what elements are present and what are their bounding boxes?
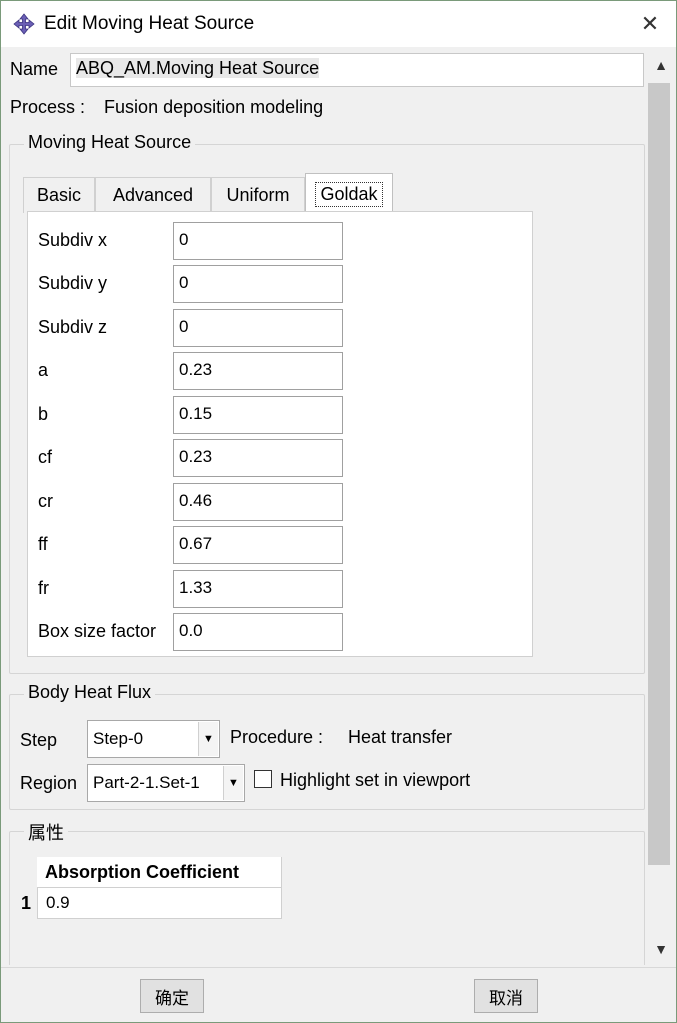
tab-goldak[interactable]: Goldak: [305, 173, 393, 215]
name-value: ABQ_AM.Moving Heat Source: [76, 58, 320, 78]
fr-label: fr: [38, 578, 49, 598]
region-select[interactable]: Part-2-1.Set-1 ▼: [87, 764, 245, 802]
footer-divider: [1, 967, 676, 968]
properties-group-title: 属性: [24, 819, 68, 845]
ff-label: ff: [38, 534, 48, 554]
name-input[interactable]: ABQ_AM.Moving Heat Source: [70, 53, 644, 87]
scroll-thumb[interactable]: [648, 83, 670, 865]
field-row-cf: cf 0.23: [28, 439, 534, 477]
subdiv-y-label: Subdiv y: [38, 273, 108, 293]
field-row-subdiv-y: Subdiv y 0: [28, 265, 534, 303]
highlight-set-checkbox[interactable]: [254, 770, 272, 788]
tab-advanced[interactable]: Advanced: [95, 177, 211, 213]
subdiv-z-input[interactable]: 0: [173, 309, 343, 347]
region-label: Region: [20, 773, 78, 793]
dialog-content: Name ABQ_AM.Moving Heat Source Process :…: [1, 47, 646, 965]
cf-input[interactable]: 0.23: [173, 439, 343, 477]
edit-moving-heat-source-dialog: Edit Moving Heat Source ✕ Name ABQ_AM.Mo…: [0, 0, 677, 1023]
highlight-set-label: Highlight set in viewport: [280, 770, 471, 790]
properties-table: Absorption Coefficient 1 0.9: [17, 857, 282, 919]
absorption-coefficient-cell[interactable]: 0.9: [37, 888, 282, 919]
subdiv-y-input[interactable]: 0: [173, 265, 343, 303]
process-row: Process : Fusion deposition modeling: [10, 97, 323, 118]
ok-button[interactable]: 确定: [140, 979, 204, 1013]
goldak-panel: Subdiv x 0 Subdiv y 0 Subdiv z 0 a 0.23 …: [27, 211, 533, 657]
field-row-subdiv-z: Subdiv z 0: [28, 309, 534, 347]
subdiv-x-label: Subdiv x: [38, 230, 108, 250]
vertical-scrollbar[interactable]: ▲ ▼: [646, 49, 676, 965]
row-index: 1: [21, 893, 32, 913]
tab-basic-label: Basic: [36, 185, 81, 205]
box-size-factor-input[interactable]: 0.0: [173, 613, 343, 651]
close-button[interactable]: ✕: [630, 5, 670, 43]
title-bar: Edit Moving Heat Source ✕: [1, 1, 676, 47]
window-title: Edit Moving Heat Source: [44, 13, 255, 34]
procedure-value: Heat transfer: [348, 727, 453, 747]
cr-input[interactable]: 0.46: [173, 483, 343, 521]
a-input[interactable]: 0.23: [173, 352, 343, 390]
process-label: Process :: [10, 97, 86, 117]
field-row-fr: fr 1.33: [28, 570, 534, 608]
cf-label: cf: [38, 447, 53, 467]
subdiv-z-label: Subdiv z: [38, 317, 108, 337]
cr-label: cr: [38, 491, 53, 511]
field-row-a: a 0.23: [28, 352, 534, 390]
tab-advanced-label: Advanced: [112, 185, 194, 205]
cancel-button[interactable]: 取消: [474, 979, 538, 1013]
move-arrows-icon: [13, 13, 35, 35]
tab-goldak-label: Goldak: [315, 182, 383, 207]
scroll-down-arrow-icon[interactable]: ▼: [646, 933, 676, 965]
process-value: Fusion deposition modeling: [104, 97, 324, 117]
chevron-down-icon: ▼: [223, 766, 243, 800]
chevron-down-icon: ▼: [198, 722, 218, 756]
field-row-cr: cr 0.46: [28, 483, 534, 521]
field-row-ff: ff 0.67: [28, 526, 534, 564]
ff-input[interactable]: 0.67: [173, 526, 343, 564]
field-row-subdiv-x: Subdiv x 0: [28, 222, 534, 260]
step-select-value: Step-0: [93, 729, 144, 748]
close-icon: ✕: [640, 11, 660, 36]
procedure-label: Procedure :: [230, 727, 324, 747]
name-label: Name: [10, 59, 59, 79]
b-label: b: [38, 404, 49, 424]
subdiv-x-input[interactable]: 0: [173, 222, 343, 260]
scroll-up-arrow-icon[interactable]: ▲: [646, 49, 676, 81]
absorption-coefficient-header: Absorption Coefficient: [37, 857, 282, 888]
region-select-value: Part-2-1.Set-1: [93, 773, 200, 792]
a-label: a: [38, 360, 49, 380]
fr-input[interactable]: 1.33: [173, 570, 343, 608]
field-row-box-size-factor: Box size factor 0.0: [28, 613, 534, 651]
body-heat-flux-group-title: Body Heat Flux: [24, 682, 156, 703]
step-label: Step: [20, 730, 58, 750]
tab-uniform-label: Uniform: [226, 185, 290, 205]
field-row-b: b 0.15: [28, 396, 534, 434]
moving-heat-source-group-title: Moving Heat Source: [24, 132, 196, 153]
step-select[interactable]: Step-0 ▼: [87, 720, 220, 758]
box-size-factor-label: Box size factor: [38, 621, 157, 641]
tab-uniform[interactable]: Uniform: [211, 177, 305, 213]
tab-basic[interactable]: Basic: [23, 177, 95, 213]
b-input[interactable]: 0.15: [173, 396, 343, 434]
